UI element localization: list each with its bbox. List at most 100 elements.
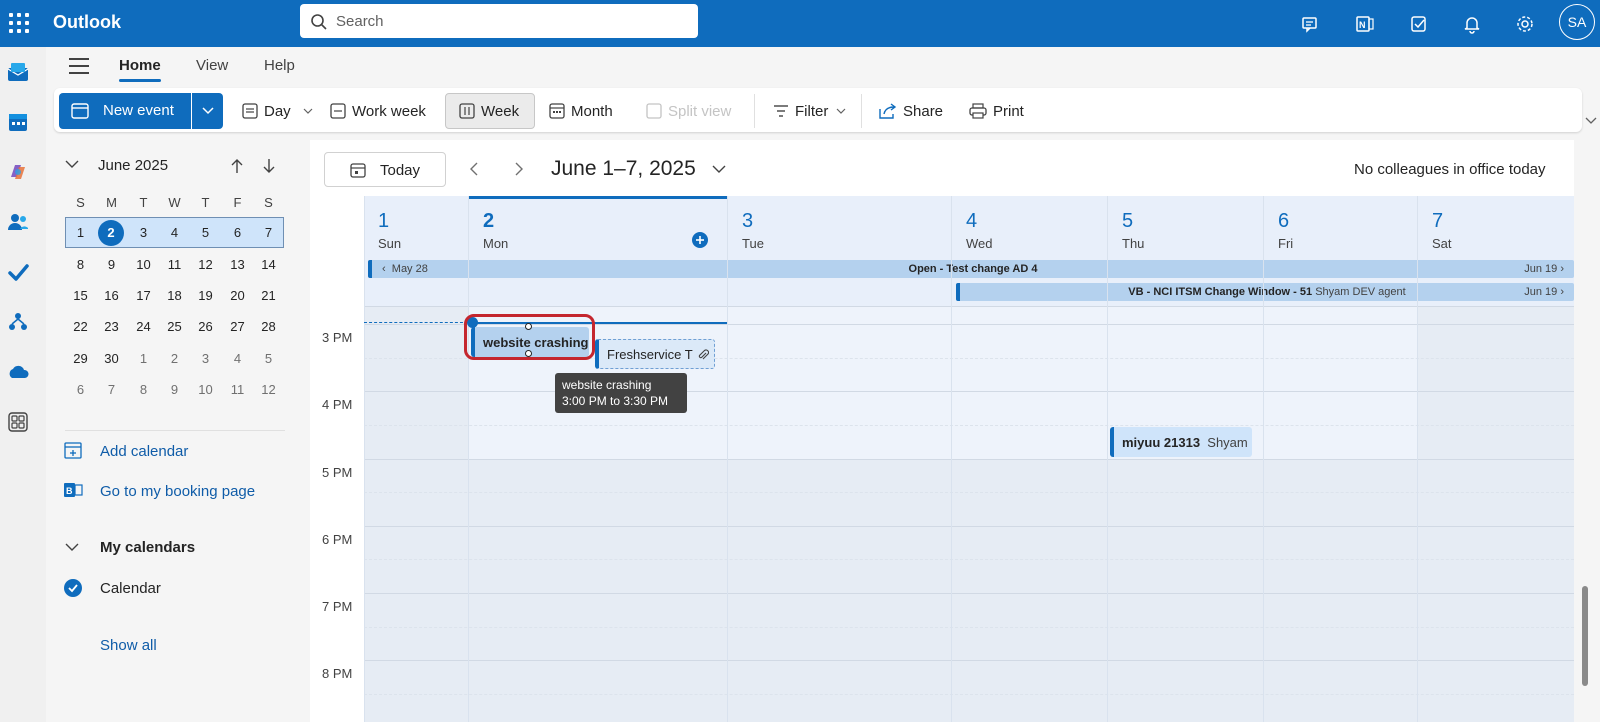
print-button[interactable]: Print	[969, 97, 1024, 125]
mini-calendar-day[interactable]: 28	[253, 313, 284, 341]
tab-home[interactable]: Home	[119, 57, 161, 82]
mini-calendar-day[interactable]: 6	[65, 376, 96, 404]
app-name[interactable]: Outlook	[53, 12, 121, 33]
mini-calendar-day[interactable]: 17	[128, 282, 159, 310]
mini-calendar-day[interactable]: 1	[128, 345, 159, 373]
mini-calendar-day[interactable]: 20	[222, 282, 253, 310]
mini-calendar-day[interactable]: 8	[128, 376, 159, 404]
onenote-icon[interactable]: N	[1351, 10, 1379, 38]
share-button[interactable]: Share	[879, 97, 943, 125]
todo-note-icon[interactable]	[1405, 10, 1433, 38]
day-header-selected[interactable]: 2 Mon	[469, 196, 727, 258]
today-button[interactable]: Today	[324, 152, 446, 187]
mini-calendar-day[interactable]: 9	[96, 251, 127, 279]
show-all-link[interactable]: Show all	[100, 637, 157, 654]
day-view-button[interactable]: Day	[242, 97, 313, 125]
search-box[interactable]	[300, 4, 698, 38]
mini-calendar-day[interactable]: 14	[253, 251, 284, 279]
new-event-dropdown[interactable]	[192, 93, 223, 129]
arrow-down-icon[interactable]	[262, 158, 276, 174]
mini-calendar-day[interactable]: 1	[65, 219, 96, 247]
user-avatar[interactable]: SA	[1559, 4, 1595, 40]
date-range-title[interactable]: June 1–7, 2025	[551, 157, 696, 181]
add-calendar-link[interactable]: Add calendar	[100, 443, 188, 460]
mini-calendar-day[interactable]: 6	[222, 219, 253, 247]
mini-calendar-day[interactable]: 23	[96, 313, 127, 341]
mini-calendar-day[interactable]: 4	[222, 345, 253, 373]
mini-calendar-title[interactable]: June 2025	[98, 157, 168, 174]
day-header[interactable]: 5 Thu	[1108, 196, 1263, 258]
vertical-scrollbar[interactable]	[1582, 586, 1588, 686]
onedrive-icon[interactable]	[5, 359, 31, 385]
mini-calendar-day[interactable]: 3	[190, 345, 221, 373]
mini-calendar-day[interactable]: 7	[253, 219, 284, 247]
all-day-event[interactable]: ‹ May 28 Open - Test change AD 4 Jun 19 …	[368, 260, 1574, 278]
people-icon[interactable]	[5, 209, 31, 235]
mini-calendar-day[interactable]: 7	[96, 376, 127, 404]
day-header[interactable]: 1 Sun	[364, 196, 468, 258]
copilot-icon[interactable]	[5, 159, 31, 185]
previous-week-icon[interactable]	[469, 162, 479, 176]
mini-calendar-day[interactable]: 27	[222, 313, 253, 341]
mini-calendar-day[interactable]: 2	[159, 345, 190, 373]
collapse-chevron-icon[interactable]	[65, 160, 79, 169]
chevron-down-icon[interactable]	[303, 108, 313, 114]
gear-icon[interactable]	[1511, 10, 1539, 38]
mini-calendar-day[interactable]: 5	[190, 219, 221, 247]
more-apps-icon[interactable]	[5, 409, 31, 435]
tab-view[interactable]: View	[196, 57, 228, 74]
mini-calendar-day[interactable]: 25	[159, 313, 190, 341]
day-header[interactable]: 7 Sat	[1418, 196, 1574, 258]
mini-calendar-day[interactable]: 8	[65, 251, 96, 279]
booking-page-link[interactable]: Go to my booking page	[100, 483, 255, 500]
mini-calendar-day[interactable]: 29	[65, 345, 96, 373]
mini-calendar-day[interactable]: 22	[65, 313, 96, 341]
calendar-checked-icon[interactable]	[64, 579, 82, 597]
new-event-button[interactable]: New event	[59, 93, 191, 129]
mini-calendar-day[interactable]: 11	[159, 251, 190, 279]
mini-calendar-day[interactable]: 5	[253, 345, 284, 373]
calendar-event[interactable]: miyuu 21313 Shyam	[1110, 427, 1252, 457]
mini-calendar-day[interactable]: 11	[222, 376, 253, 404]
mini-calendar-day[interactable]: 13	[222, 251, 253, 279]
date-range-chevron-icon[interactable]	[712, 165, 726, 174]
day-header[interactable]: 6 Fri	[1264, 196, 1417, 258]
mini-calendar-day[interactable]: 12	[190, 251, 221, 279]
mini-calendar-day[interactable]: 10	[128, 251, 159, 279]
mini-calendar-today[interactable]: 2	[98, 220, 124, 246]
day-header[interactable]: 4 Wed	[952, 196, 1107, 258]
teams-chat-icon[interactable]	[1297, 10, 1325, 38]
mini-calendar-day[interactable]: 9	[159, 376, 190, 404]
calendar-event[interactable]: Freshservice T	[595, 339, 715, 369]
ribbon-expand-chevron-icon[interactable]	[1585, 117, 1597, 125]
arrow-up-icon[interactable]	[230, 158, 244, 174]
next-week-icon[interactable]	[514, 162, 524, 176]
mini-calendar-day[interactable]: 26	[190, 313, 221, 341]
month-view-button[interactable]: Month	[549, 97, 613, 125]
mini-calendar-day[interactable]: 19	[190, 282, 221, 310]
mini-calendar-day[interactable]: 15	[65, 282, 96, 310]
search-input[interactable]	[336, 10, 676, 32]
add-event-plus-icon[interactable]	[692, 232, 708, 248]
mini-calendar-day[interactable]: 10	[190, 376, 221, 404]
day-header[interactable]: 3 Tue	[728, 196, 951, 258]
todo-icon[interactable]	[5, 259, 31, 285]
week-view-button-content[interactable]: Week	[459, 97, 519, 125]
tab-help[interactable]: Help	[264, 57, 295, 74]
filter-button[interactable]: Filter	[773, 97, 846, 125]
mini-calendar-day[interactable]: 24	[128, 313, 159, 341]
mini-calendar-day[interactable]: 16	[96, 282, 127, 310]
mini-calendar-day[interactable]: 12	[253, 376, 284, 404]
org-explorer-icon[interactable]	[5, 309, 31, 335]
my-calendars-chevron-icon[interactable]	[65, 543, 79, 552]
hamburger-menu-icon[interactable]	[69, 58, 89, 74]
mini-calendar-day[interactable]: 30	[96, 345, 127, 373]
all-day-event[interactable]: VB - NCI ITSM Change Window - 51 Shyam D…	[956, 283, 1574, 301]
mini-calendar-day[interactable]: 4	[159, 219, 190, 247]
mini-calendar-day[interactable]: 18	[159, 282, 190, 310]
my-calendars-title[interactable]: My calendars	[100, 539, 195, 556]
app-launcher-icon[interactable]	[7, 11, 31, 35]
work-week-view-button[interactable]: Work week	[330, 97, 426, 125]
mini-calendar-day[interactable]: 3	[128, 219, 159, 247]
mail-icon[interactable]	[5, 59, 31, 85]
